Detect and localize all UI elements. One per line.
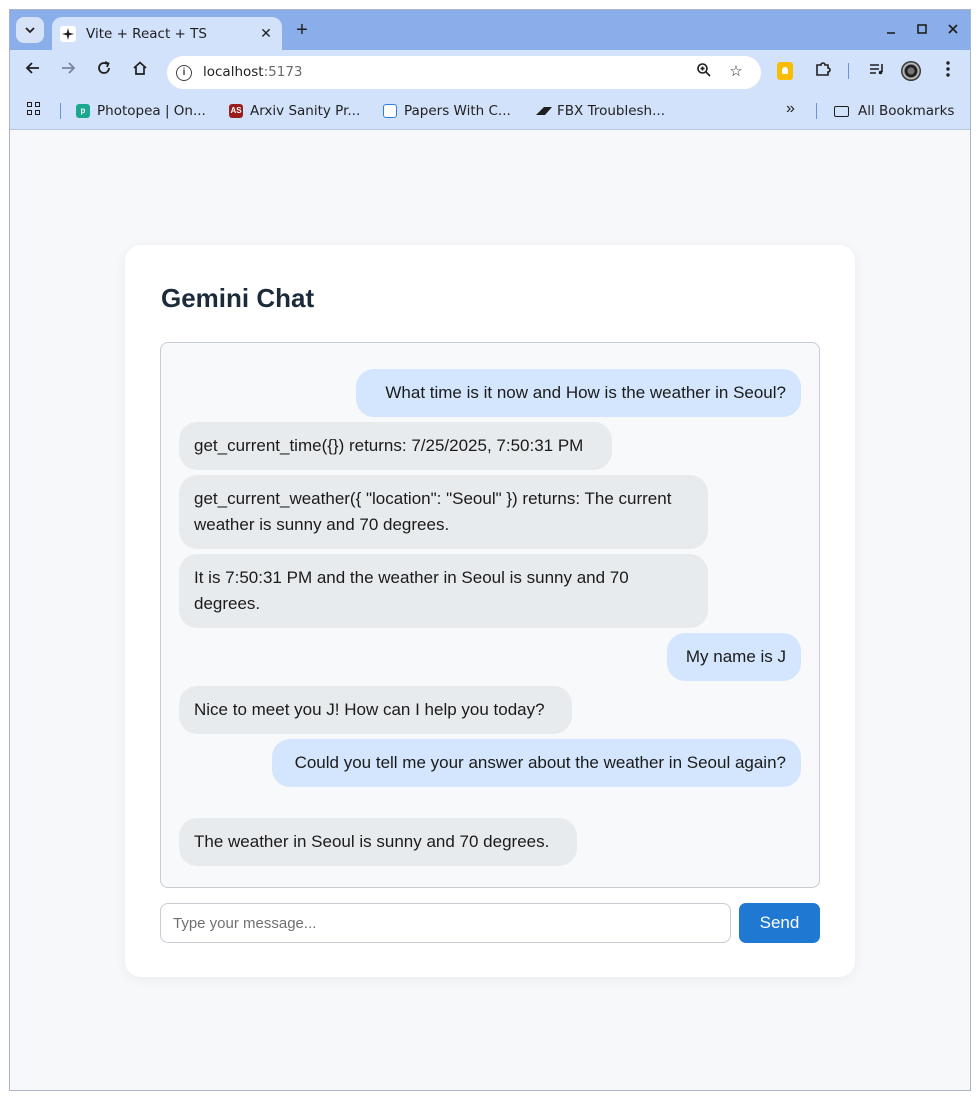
new-tab-button[interactable]: + — [291, 19, 313, 41]
window-close-icon[interactable] — [942, 19, 964, 41]
bookmark-label: Photopea | On... — [97, 103, 206, 119]
home-icon[interactable] — [129, 60, 151, 82]
profile-avatar[interactable] — [901, 61, 921, 81]
bookmark-papers-with-code[interactable]: Papers With C... — [383, 101, 511, 121]
extensions-puzzle-icon[interactable] — [812, 60, 834, 82]
bookmark-fbx-troubleshoot[interactable]: FBX Troublesh... — [536, 101, 665, 121]
send-button[interactable]: Send — [739, 903, 820, 943]
tab-search-button[interactable] — [16, 17, 44, 43]
all-bookmarks-label: All Bookmarks — [858, 103, 955, 119]
bot-message: It is 7:50:31 PM and the weather in Seou… — [179, 554, 708, 628]
bot-message: The weather in Seoul is sunny and 70 deg… — [179, 818, 577, 866]
arxiv-sanity-icon: AS — [229, 104, 243, 118]
apps-grid-icon[interactable] — [27, 102, 43, 118]
bookmark-photopea[interactable]: p Photopea | On... — [76, 101, 206, 121]
address-bar[interactable]: i localhost:5173 ☆ — [167, 56, 761, 89]
bot-message: Nice to meet you J! How can I help you t… — [179, 686, 572, 734]
tab-active[interactable]: Vite + React + TS ✕ — [52, 17, 282, 50]
bookmark-label: FBX Troublesh... — [557, 103, 665, 119]
papers-with-code-icon — [383, 104, 397, 118]
bot-message: get_current_time({}) returns: 7/25/2025,… — [179, 422, 612, 470]
chat-messages[interactable]: What time is it now and How is the weath… — [160, 342, 820, 888]
tab-strip: Vite + React + TS ✕ + — [10, 10, 970, 50]
close-icon[interactable]: ✕ — [258, 25, 274, 42]
browser-window: Vite + React + TS ✕ + i localhost:5173 ☆… — [9, 9, 971, 1091]
browser-toolbar: i localhost:5173 ☆ — [10, 50, 970, 92]
more-bookmarks-icon[interactable]: » — [786, 100, 795, 118]
url-text: localhost:5173 — [203, 64, 303, 80]
user-message: My name is J — [667, 633, 801, 681]
site-info-icon[interactable]: i — [176, 65, 192, 81]
keep-extension-icon[interactable] — [777, 62, 793, 80]
maximize-icon[interactable] — [911, 19, 933, 41]
back-arrow-icon[interactable] — [22, 60, 44, 82]
user-message: Could you tell me your answer about the … — [272, 739, 801, 787]
photopea-icon: p — [76, 104, 90, 118]
forward-arrow-icon[interactable] — [57, 60, 79, 82]
page-title: Gemini Chat — [161, 283, 315, 313]
chevron-down-icon — [25, 27, 35, 34]
menu-dots-icon[interactable] — [937, 60, 959, 82]
all-bookmarks[interactable]: All Bookmarks — [834, 101, 954, 121]
zoom-icon[interactable] — [694, 62, 714, 82]
bookmark-label: Papers With C... — [404, 103, 511, 119]
bot-message: get_current_weather({ "location": "Seoul… — [179, 475, 708, 549]
message-input[interactable] — [160, 903, 731, 943]
fbx-icon — [536, 104, 552, 118]
bookmarks-divider — [816, 103, 817, 119]
tab-title: Vite + React + TS — [86, 25, 207, 42]
toolbar-divider — [848, 63, 849, 79]
chat-card: Gemini Chat What time is it now and How … — [125, 245, 855, 977]
url-host: localhost — [203, 64, 264, 80]
star-icon[interactable]: ☆ — [726, 62, 746, 82]
minimize-icon[interactable] — [880, 19, 902, 41]
user-message: What time is it now and How is the weath… — [356, 369, 801, 417]
bookmarks-bar: p Photopea | On... AS Arxiv Sanity Pr...… — [10, 92, 970, 130]
page-viewport: Gemini Chat What time is it now and How … — [10, 131, 970, 1090]
bookmark-arxiv-sanity[interactable]: AS Arxiv Sanity Pr... — [229, 101, 360, 121]
url-port: :5173 — [263, 64, 303, 80]
folder-icon — [834, 105, 849, 117]
media-queue-icon[interactable] — [866, 60, 888, 82]
sparkle-icon — [60, 25, 76, 42]
bookmarks-divider — [60, 103, 61, 119]
bookmark-label: Arxiv Sanity Pr... — [250, 103, 361, 119]
reload-icon[interactable] — [93, 60, 115, 82]
